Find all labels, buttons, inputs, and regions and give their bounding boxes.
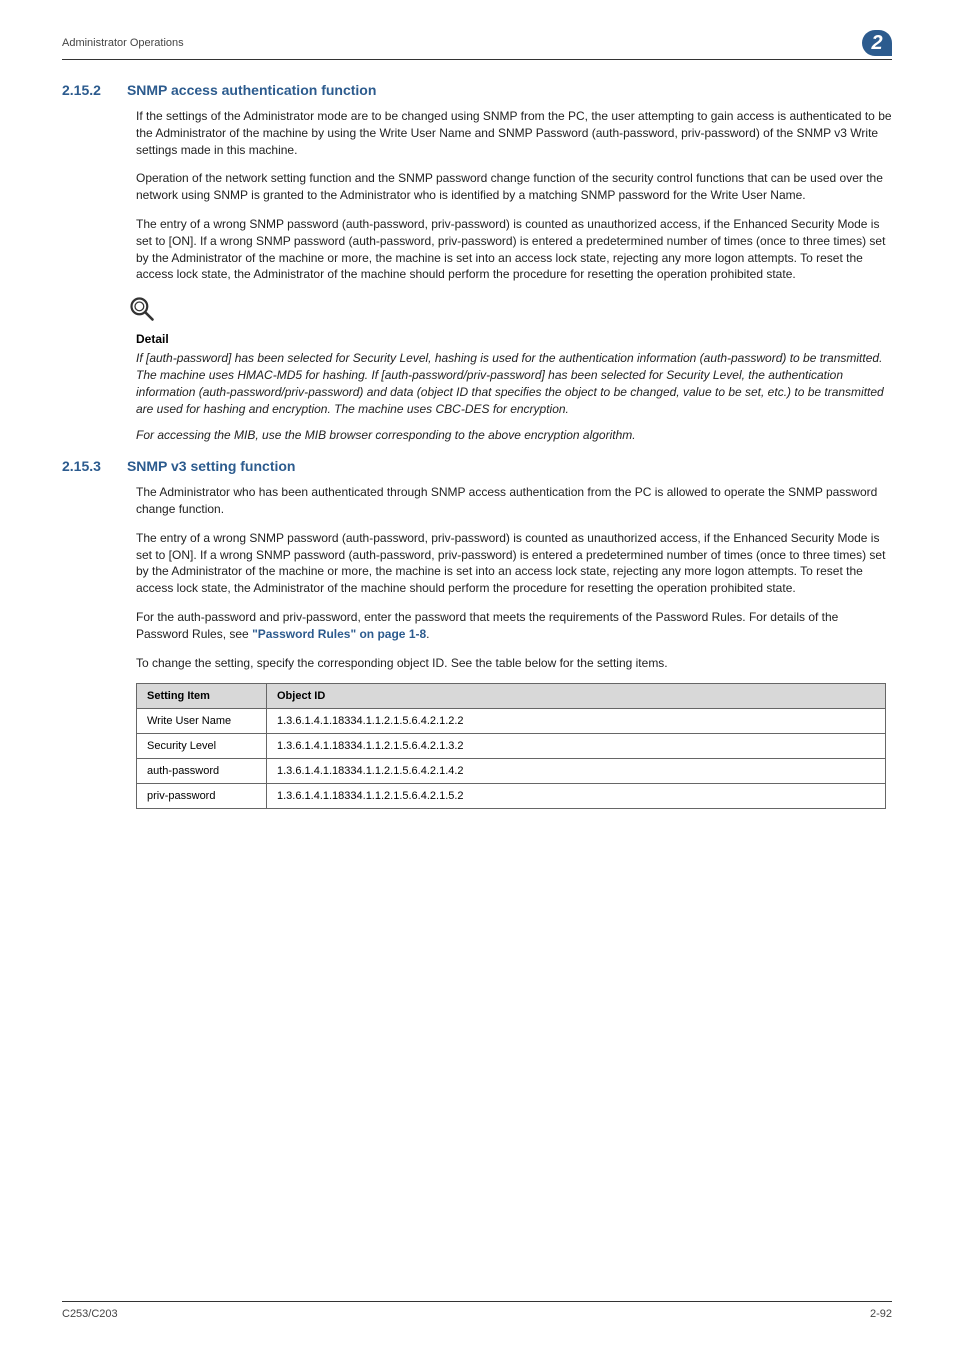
text-after-link: . bbox=[426, 627, 429, 641]
magnifier-icon bbox=[128, 295, 892, 328]
page-header: Administrator Operations 2 bbox=[62, 30, 892, 60]
table-row: auth-password 1.3.6.1.4.1.18334.1.1.2.1.… bbox=[137, 759, 886, 784]
paragraph-with-link: For the auth-password and priv-password,… bbox=[136, 609, 892, 643]
section-title: SNMP access authentication function bbox=[127, 82, 376, 98]
section-number: 2.15.3 bbox=[62, 458, 101, 474]
paragraph: Operation of the network setting functio… bbox=[136, 170, 892, 204]
chapter-badge: 2 bbox=[862, 30, 892, 56]
cell-setting-item: priv-password bbox=[137, 784, 267, 809]
table-row: Write User Name 1.3.6.1.4.1.18334.1.1.2.… bbox=[137, 709, 886, 734]
footer-right: 2-92 bbox=[870, 1308, 892, 1320]
table-row: Security Level 1.3.6.1.4.1.18334.1.1.2.1… bbox=[137, 734, 886, 759]
paragraph: To change the setting, specify the corre… bbox=[136, 655, 892, 672]
paragraph: The entry of a wrong SNMP password (auth… bbox=[136, 530, 892, 597]
table-row: priv-password 1.3.6.1.4.1.18334.1.1.2.1.… bbox=[137, 784, 886, 809]
cell-object-id: 1.3.6.1.4.1.18334.1.1.2.1.5.6.4.2.1.3.2 bbox=[267, 734, 886, 759]
section-number: 2.15.2 bbox=[62, 82, 101, 98]
detail-text: If [auth-password] has been selected for… bbox=[136, 350, 892, 417]
paragraph: If the settings of the Administrator mod… bbox=[136, 108, 892, 158]
settings-table: Setting Item Object ID Write User Name 1… bbox=[136, 683, 886, 809]
cell-setting-item: auth-password bbox=[137, 759, 267, 784]
section-heading-2-15-3: 2.15.3 SNMP v3 setting function bbox=[62, 458, 892, 474]
table-header-setting-item: Setting Item bbox=[137, 684, 267, 709]
detail-block: Detail If [auth-password] has been selec… bbox=[136, 295, 892, 444]
detail-label: Detail bbox=[136, 332, 892, 346]
cell-object-id: 1.3.6.1.4.1.18334.1.1.2.1.5.6.4.2.1.5.2 bbox=[267, 784, 886, 809]
detail-text: For accessing the MIB, use the MIB brows… bbox=[136, 427, 892, 444]
section-title: SNMP v3 setting function bbox=[127, 458, 296, 474]
chapter-number: 2 bbox=[871, 32, 882, 55]
header-title: Administrator Operations bbox=[62, 37, 184, 49]
cell-object-id: 1.3.6.1.4.1.18334.1.1.2.1.5.6.4.2.1.2.2 bbox=[267, 709, 886, 734]
cell-setting-item: Write User Name bbox=[137, 709, 267, 734]
paragraph: The Administrator who has been authentic… bbox=[136, 484, 892, 518]
password-rules-link[interactable]: "Password Rules" on page 1-8 bbox=[252, 627, 426, 641]
section-heading-2-15-2: 2.15.2 SNMP access authentication functi… bbox=[62, 82, 892, 98]
cell-object-id: 1.3.6.1.4.1.18334.1.1.2.1.5.6.4.2.1.4.2 bbox=[267, 759, 886, 784]
paragraph: The entry of a wrong SNMP password (auth… bbox=[136, 216, 892, 283]
cell-setting-item: Security Level bbox=[137, 734, 267, 759]
table-header-object-id: Object ID bbox=[267, 684, 886, 709]
footer-left: C253/C203 bbox=[62, 1308, 118, 1320]
page-footer: C253/C203 2-92 bbox=[62, 1301, 892, 1320]
text-before-link: For the auth-password and priv-password,… bbox=[136, 610, 838, 641]
